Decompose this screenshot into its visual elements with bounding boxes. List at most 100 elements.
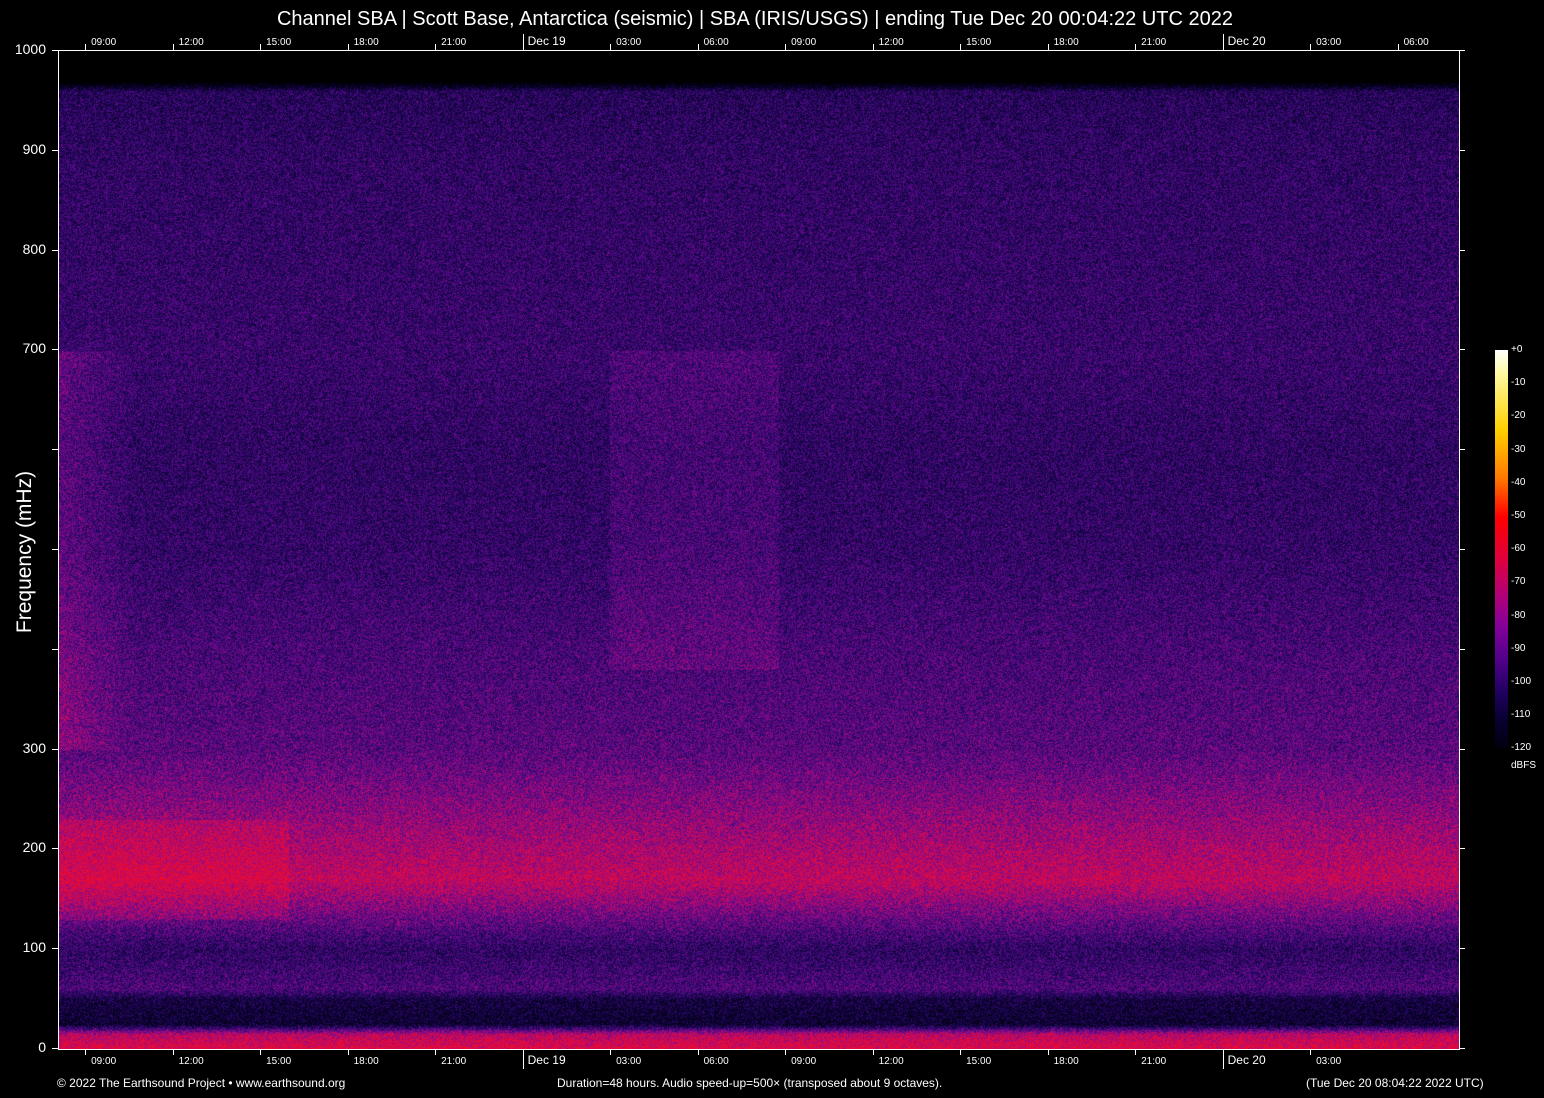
colorbar-unit: dBFS — [1511, 760, 1537, 771]
colorbar-tick-label: -70 — [1511, 576, 1526, 588]
x-tick-label-bottom: 12:00 — [178, 1056, 204, 1067]
x-tick-bottom — [610, 1049, 612, 1055]
x-tick-label-top: 15:00 — [966, 37, 992, 48]
colorbar-tick-label: -60 — [1511, 543, 1526, 555]
colorbar-tick-label: -10 — [1511, 377, 1526, 389]
x-tick-label-bottom: 18:00 — [1053, 1056, 1079, 1067]
spectrogram-plot — [58, 50, 1460, 1050]
x-tick-label-top: Dec 20 — [1227, 34, 1266, 48]
x-tick-bottom — [1047, 1049, 1049, 1055]
y-tick-left — [52, 549, 58, 550]
x-tick-top — [1135, 44, 1137, 50]
x-tick-top — [1047, 44, 1049, 50]
duration-text: Duration=48 hours. Audio speed-up=500× (… — [557, 1076, 943, 1090]
y-tick-right — [1459, 748, 1465, 750]
x-tick-label-bottom: 03:00 — [616, 1056, 642, 1067]
y-tick-label: 200 — [22, 839, 46, 856]
x-tick-top — [697, 44, 699, 50]
y-axis-label: Frequency (mHz) — [13, 470, 36, 634]
y-tick-label: 700 — [22, 340, 46, 357]
x-tick-bottom — [522, 1049, 524, 1069]
y-tick-left — [52, 50, 58, 51]
x-tick-top — [260, 44, 262, 50]
y-tick-left — [52, 149, 58, 151]
y-tick-right — [1459, 149, 1465, 151]
x-tick-top — [172, 44, 174, 50]
y-tick-right — [1459, 549, 1465, 550]
spectrogram-image — [59, 51, 1459, 1049]
x-tick-label-top: 03:00 — [616, 37, 642, 48]
x-tick-label-top: 18:00 — [1053, 37, 1079, 48]
x-tick-label-bottom: 09:00 — [91, 1056, 117, 1067]
x-tick-bottom — [785, 1049, 787, 1055]
y-tick-right — [1459, 948, 1465, 950]
colorbar — [1495, 350, 1508, 748]
colorbar-tick-label: +0 — [1511, 344, 1523, 355]
x-tick-top — [85, 44, 87, 50]
y-tick-right — [1459, 50, 1465, 51]
y-tick-right — [1459, 648, 1465, 650]
x-tick-label-top: 06:00 — [1403, 37, 1429, 48]
colorbar-tick-label: -120 — [1511, 742, 1532, 754]
x-tick-bottom — [347, 1049, 349, 1055]
x-tick-label-top: 12:00 — [178, 37, 204, 48]
x-tick-label-bottom: 18:00 — [353, 1056, 379, 1067]
x-tick-label-bottom: 15:00 — [966, 1056, 992, 1067]
y-tick-right — [1459, 349, 1465, 351]
x-tick-top — [1222, 34, 1224, 50]
x-tick-top — [1310, 44, 1312, 50]
x-tick-bottom — [435, 1049, 437, 1055]
y-tick-label: 300 — [22, 739, 46, 756]
timestamp-text: (Tue Dec 20 08:04:22 2022 UTC) — [1306, 1076, 1484, 1090]
x-tick-bottom — [85, 1049, 87, 1055]
x-tick-top — [347, 44, 349, 50]
y-tick-left — [52, 449, 58, 451]
x-tick-label-top: Dec 19 — [527, 34, 566, 48]
x-tick-top — [785, 44, 787, 50]
x-tick-label-top: 09:00 — [91, 37, 117, 48]
colorbar-tick-label: -100 — [1511, 676, 1532, 687]
y-tick-right — [1459, 1048, 1465, 1049]
x-tick-bottom — [960, 1049, 962, 1055]
y-tick-left — [52, 948, 58, 950]
chart-title: Channel SBA | Scott Base, Antarctica (se… — [276, 8, 1234, 30]
x-tick-top — [1397, 44, 1399, 50]
colorbar-tick-label: -80 — [1511, 609, 1526, 621]
y-tick-label: 800 — [22, 240, 46, 257]
x-tick-label-top: 18:00 — [353, 37, 379, 48]
y-tick-right — [1459, 848, 1465, 850]
x-tick-label-bottom: 21:00 — [1141, 1056, 1167, 1067]
x-tick-label-bottom: 12:00 — [878, 1056, 904, 1067]
y-tick-left — [52, 349, 58, 351]
y-tick-right — [1459, 249, 1465, 251]
y-tick-left — [52, 748, 58, 750]
x-tick-label-top: 12:00 — [878, 37, 904, 48]
y-tick-right — [1459, 449, 1465, 451]
copyright-text: © 2022 The Earthsound Project • www.eart… — [57, 1076, 346, 1090]
colorbar-tick-label: -90 — [1511, 642, 1526, 654]
x-tick-bottom — [1310, 1049, 1312, 1055]
x-tick-bottom — [697, 1049, 699, 1055]
x-tick-label-bottom: 15:00 — [266, 1056, 292, 1067]
y-tick-label: 1000 — [14, 41, 46, 57]
x-tick-label-bottom: 06:00 — [703, 1056, 729, 1067]
x-tick-label-bottom: 03:00 — [1316, 1056, 1342, 1067]
colorbar-tick-label: -20 — [1511, 410, 1526, 422]
y-tick-left — [52, 848, 58, 850]
x-tick-top — [960, 44, 962, 50]
y-tick-left — [52, 648, 58, 650]
x-tick-bottom — [1222, 1049, 1224, 1069]
x-tick-label-bottom: Dec 19 — [527, 1053, 566, 1067]
colorbar-tick-label: -40 — [1511, 476, 1526, 488]
x-tick-label-bottom: 09:00 — [791, 1056, 817, 1067]
x-tick-label-bottom: Dec 20 — [1227, 1053, 1266, 1067]
y-tick-label: 0 — [38, 1039, 46, 1055]
x-tick-bottom — [172, 1049, 174, 1055]
x-tick-label-top: 03:00 — [1316, 37, 1342, 48]
y-tick-label: 900 — [22, 140, 46, 157]
x-tick-label-top: 09:00 — [791, 37, 817, 48]
y-tick-left — [52, 1048, 58, 1049]
x-tick-label-top: 15:00 — [266, 37, 292, 48]
colorbar-tick-label: -50 — [1511, 510, 1526, 521]
y-tick-label: 100 — [22, 939, 46, 956]
